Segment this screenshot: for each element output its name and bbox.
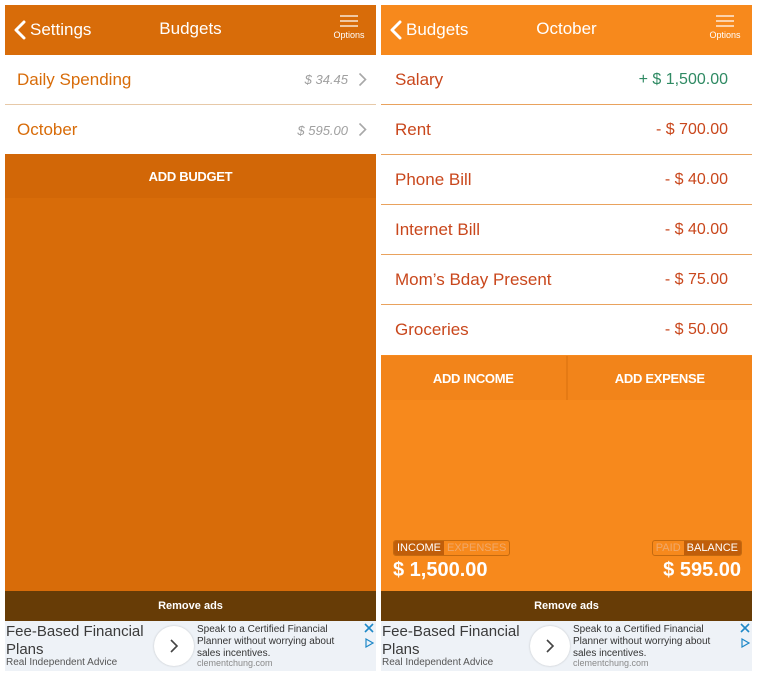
transaction-amount: - $ 40.00 — [664, 220, 728, 238]
options-button[interactable]: Options — [330, 14, 368, 40]
budget-name: October — [17, 120, 78, 139]
budget-amount: $ 595.00 — [297, 122, 348, 138]
transaction-row[interactable]: Mom’s Bday Present - $ 75.00 — [381, 255, 752, 305]
add-budget-bar: ADD BUDGET — [5, 154, 376, 198]
add-transaction-bar: ADD INCOME ADD EXPENSE — [381, 356, 752, 400]
transaction-name: Salary — [395, 69, 444, 89]
ad-url: clementchung.com — [573, 658, 649, 668]
chevron-right-icon — [358, 122, 367, 137]
transaction-name: Phone Bill — [395, 169, 472, 189]
transaction-list: Salary + $ 1,500.00 Rent - $ 700.00 Phon… — [381, 55, 752, 355]
transaction-amount: + $ 1,500.00 — [638, 70, 728, 88]
remove-ads-button[interactable]: Remove ads — [5, 591, 376, 621]
menu-icon — [340, 15, 358, 27]
ad-close-icon[interactable] — [740, 623, 750, 633]
menu-icon — [716, 15, 734, 27]
transaction-amount: - $ 700.00 — [655, 120, 728, 138]
balance-tab[interactable]: BALANCE — [683, 541, 741, 555]
transaction-row[interactable]: Salary + $ 1,500.00 — [381, 55, 752, 105]
chevron-right-icon — [358, 72, 367, 87]
options-button[interactable]: Options — [706, 14, 744, 40]
options-label: Options — [333, 30, 365, 40]
remove-ads-button[interactable]: Remove ads — [381, 591, 752, 621]
income-expenses-toggle: INCOME EXPENSES — [393, 540, 511, 556]
transaction-amount: - $ 40.00 — [664, 170, 728, 188]
options-label: Options — [709, 30, 741, 40]
paid-balance-toggle: PAID BALANCE — [651, 540, 742, 556]
ad-body-text: Speak to a Certified Financial Planner w… — [573, 624, 711, 659]
ad-url: clementchung.com — [197, 658, 273, 668]
balance-total: $ 595.00 — [663, 559, 741, 581]
add-budget-button[interactable]: ADD BUDGET — [5, 154, 376, 198]
ad-banner[interactable]: Fee-Based Financial Plans Real Independe… — [5, 621, 376, 671]
transaction-name: Mom’s Bday Present — [395, 269, 552, 289]
budget-row-october[interactable]: October $ 595.00 — [5, 105, 376, 155]
transaction-name: Internet Bill — [395, 219, 481, 239]
budget-summary: INCOME EXPENSES $ 1,500.00 PAID BALANCE … — [381, 532, 752, 591]
budget-name: Daily Spending — [17, 69, 132, 89]
ad-close-icon[interactable] — [364, 623, 374, 633]
ad-arrow-icon — [546, 639, 555, 653]
budgets-screen: Settings Budgets Options Daily Spending … — [5, 5, 376, 671]
transaction-row[interactable]: Groceries - $ 50.00 — [381, 305, 752, 355]
budget-list: Daily Spending $ 34.45 October $ 595.00 — [5, 55, 376, 155]
ad-arrow-icon — [170, 639, 179, 653]
transaction-name: Groceries — [395, 320, 469, 339]
ad-headline: Fee-Based Financial Plans — [6, 623, 144, 658]
page-title: Budgets — [159, 19, 222, 38]
income-total: $ 1,500.00 — [393, 559, 488, 581]
ad-subline: Real Independent Advice — [382, 657, 494, 668]
expenses-tab[interactable]: EXPENSES — [444, 541, 509, 555]
transaction-amount: - $ 75.00 — [664, 270, 728, 288]
budget-row-daily-spending[interactable]: Daily Spending $ 34.45 — [5, 55, 376, 105]
transaction-name: Rent — [395, 119, 431, 139]
budget-amount: $ 34.45 — [304, 72, 348, 87]
navigation-bar: Settings Budgets Options — [5, 5, 376, 55]
add-income-button[interactable]: ADD INCOME — [381, 356, 566, 400]
ad-choices-icon[interactable] — [365, 638, 374, 648]
ad-open-button[interactable] — [154, 626, 194, 666]
income-tab[interactable]: INCOME — [394, 541, 444, 555]
add-expense-button[interactable]: ADD EXPENSE — [565, 356, 752, 400]
navigation-bar: Budgets October Options — [381, 5, 752, 55]
transaction-row[interactable]: Rent - $ 700.00 — [381, 105, 752, 155]
october-budget-screen: Budgets October Options Salary + $ 1,500… — [381, 5, 752, 671]
ad-open-button[interactable] — [530, 626, 570, 666]
ad-body-text: Speak to a Certified Financial Planner w… — [197, 624, 335, 659]
transaction-row[interactable]: Internet Bill - $ 40.00 — [381, 205, 752, 255]
paid-tab[interactable]: PAID — [653, 541, 684, 555]
ad-subline: Real Independent Advice — [6, 657, 118, 668]
transaction-row[interactable]: Phone Bill - $ 40.00 — [381, 155, 752, 205]
page-title: October — [536, 19, 597, 38]
ad-headline: Fee-Based Financial Plans — [382, 623, 520, 658]
ad-choices-icon[interactable] — [741, 638, 750, 648]
transaction-amount: - $ 50.00 — [664, 321, 728, 338]
ad-banner[interactable]: Fee-Based Financial Plans Real Independe… — [381, 621, 752, 671]
